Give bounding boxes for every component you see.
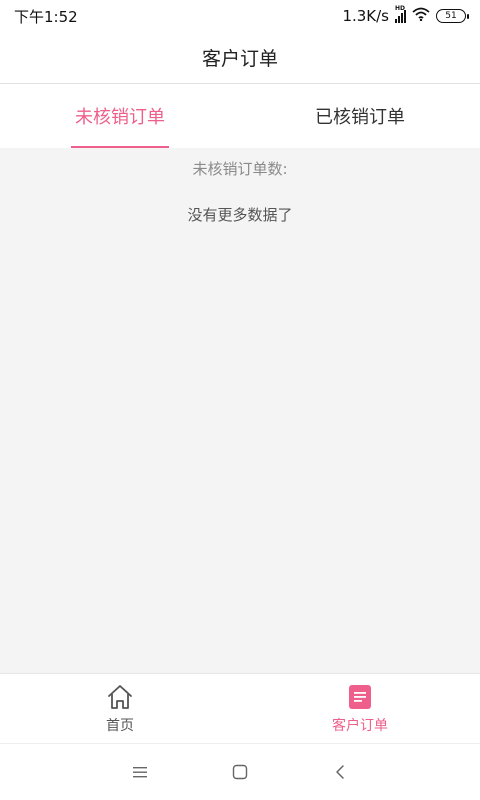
nav-label: 首页 (106, 717, 134, 734)
battery-level: 51 (445, 11, 457, 21)
status-bar: 下午1:52 1.3K/s HD 51 (0, 0, 480, 32)
signal-icon: HD (395, 5, 406, 23)
page-title: 客户订单 (201, 48, 278, 70)
order-count-label: 未核销订单数: (192, 160, 288, 178)
tab-label: 已核销订单 (315, 107, 405, 128)
empty-list-message: 没有更多数据了 (187, 206, 293, 224)
order-list-area[interactable]: 未核销订单数: 没有更多数据了 (0, 148, 480, 673)
wifi-icon (412, 7, 430, 25)
title-bar: 客户订单 (0, 32, 480, 84)
network-speed: 1.3K/s (342, 7, 389, 25)
tab-verified-orders[interactable]: 已核销订单 (240, 84, 480, 148)
status-time: 下午1:52 (14, 7, 78, 26)
nav-item-customer-orders[interactable]: 客户订单 (240, 674, 480, 743)
hd-label: HD (395, 5, 406, 12)
menu-icon[interactable] (130, 762, 150, 782)
home-square-icon[interactable] (230, 762, 250, 782)
status-indicators: 1.3K/s HD 51 (342, 5, 469, 25)
order-tabs: 未核销订单 已核销订单 (0, 84, 480, 148)
bottom-navigation: 首页 客户订单 (0, 673, 480, 743)
nav-item-home[interactable]: 首页 (0, 674, 240, 743)
home-icon (106, 683, 134, 711)
order-list-icon (346, 683, 374, 711)
tab-unverified-orders[interactable]: 未核销订单 (0, 84, 240, 148)
battery-icon: 51 (436, 9, 469, 23)
nav-label: 客户订单 (332, 717, 388, 734)
system-navigation-bar (0, 743, 480, 800)
tab-label: 未核销订单 (75, 107, 165, 128)
back-icon[interactable] (330, 762, 350, 782)
